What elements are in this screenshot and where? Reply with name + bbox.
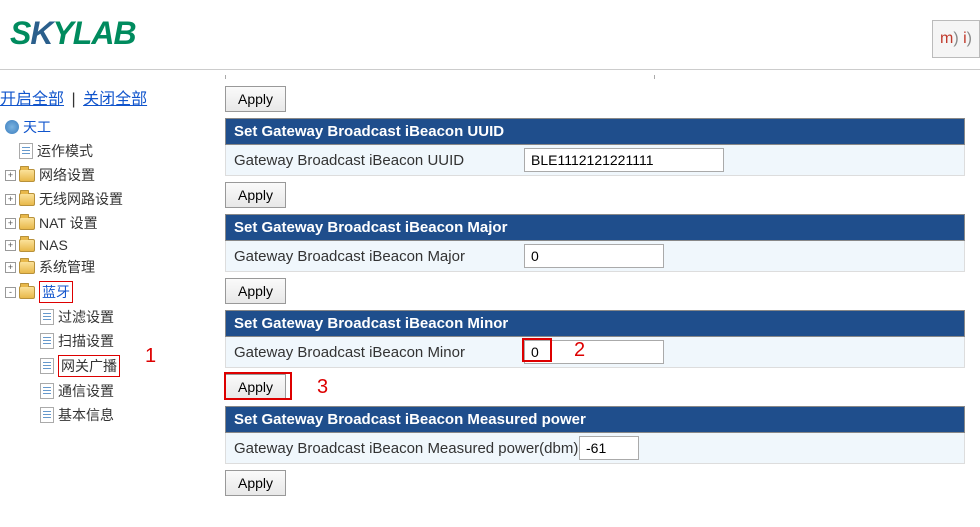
page-icon bbox=[40, 407, 54, 423]
tree-item-label: 运作模式 bbox=[37, 141, 93, 161]
tree-item-network[interactable]: + 网络设置 bbox=[0, 163, 200, 187]
expand-icon[interactable]: + bbox=[5, 170, 16, 181]
globe-icon bbox=[5, 120, 19, 134]
expand-icon[interactable]: + bbox=[5, 262, 16, 273]
major-input[interactable] bbox=[524, 244, 664, 268]
tree-root-label: 天工 bbox=[23, 117, 51, 137]
tree-item-label: 网关广播 bbox=[58, 355, 120, 377]
section-row-uuid: Gateway Broadcast iBeacon UUID bbox=[225, 145, 965, 176]
tree-item-label: 无线网路设置 bbox=[39, 189, 123, 209]
tree-item-comm[interactable]: 通信设置 bbox=[0, 379, 200, 403]
apply-button[interactable]: Apply bbox=[225, 278, 286, 304]
section-row-major: Gateway Broadcast iBeacon Major bbox=[225, 241, 965, 272]
folder-icon bbox=[19, 169, 35, 182]
right-badge: m) i) bbox=[932, 20, 980, 58]
apply-button[interactable]: Apply bbox=[225, 182, 286, 208]
divider bbox=[225, 75, 655, 79]
expand-icon[interactable]: + bbox=[5, 218, 16, 229]
tree-item-system[interactable]: + 系统管理 bbox=[0, 255, 200, 279]
tree-item-label: 过滤设置 bbox=[58, 307, 114, 327]
tree-item-bluetooth[interactable]: - 蓝牙 bbox=[0, 279, 200, 305]
page-icon bbox=[40, 309, 54, 325]
field-label-major: Gateway Broadcast iBeacon Major bbox=[234, 248, 524, 265]
logo: SKYLAB bbox=[10, 15, 136, 52]
header: SKYLAB m) i) bbox=[0, 0, 980, 70]
tree-item-label: NAT 设置 bbox=[39, 213, 98, 233]
tree-item-label: 扫描设置 bbox=[58, 331, 114, 351]
tree-item-label: 系统管理 bbox=[39, 257, 95, 277]
folder-icon bbox=[19, 239, 35, 252]
page-icon bbox=[19, 143, 33, 159]
section-title-minor: Set Gateway Broadcast iBeacon Minor bbox=[225, 310, 965, 337]
field-label-uuid: Gateway Broadcast iBeacon UUID bbox=[234, 152, 524, 169]
tree-item-label: 通信设置 bbox=[58, 381, 114, 401]
annotation-1: 1 bbox=[145, 345, 156, 368]
tree-item-filter[interactable]: 过滤设置 bbox=[0, 305, 200, 329]
folder-icon bbox=[19, 261, 35, 274]
uuid-input[interactable] bbox=[524, 148, 724, 172]
expand-icon[interactable]: + bbox=[5, 194, 16, 205]
right-badge-text: m) i) bbox=[940, 30, 972, 48]
tree-item-nat[interactable]: + NAT 设置 bbox=[0, 211, 200, 235]
tree-item-label: NAS bbox=[39, 237, 68, 253]
annotation-2: 2 bbox=[574, 339, 585, 362]
collapse-icon[interactable]: - bbox=[5, 287, 16, 298]
separator: | bbox=[71, 91, 75, 108]
field-label-minor: Gateway Broadcast iBeacon Minor bbox=[234, 344, 524, 361]
section-row-power: Gateway Broadcast iBeacon Measured power… bbox=[225, 433, 965, 464]
folder-icon bbox=[19, 217, 35, 230]
page-icon bbox=[40, 383, 54, 399]
tree-item-operation-mode[interactable]: 运作模式 bbox=[0, 139, 200, 163]
tree-item-scan[interactable]: 扫描设置 bbox=[0, 329, 200, 353]
apply-button[interactable]: Apply bbox=[225, 470, 286, 496]
apply-button[interactable]: Apply bbox=[225, 86, 286, 112]
section-title-uuid: Set Gateway Broadcast iBeacon UUID bbox=[225, 118, 965, 145]
apply-button[interactable]: Apply bbox=[225, 374, 286, 400]
expand-icon[interactable]: + bbox=[5, 240, 16, 251]
tree-root[interactable]: 天工 bbox=[0, 115, 200, 139]
section-title-power: Set Gateway Broadcast iBeacon Measured p… bbox=[225, 406, 965, 433]
top-links: 开启全部 | 关闭全部 bbox=[0, 85, 147, 109]
tree-item-wireless[interactable]: + 无线网路设置 bbox=[0, 187, 200, 211]
sidebar-tree: 天工 运作模式 + 网络设置 + 无线网路设置 + NAT 设置 + NAS +… bbox=[0, 115, 200, 427]
field-label-power: Gateway Broadcast iBeacon Measured power… bbox=[234, 440, 579, 457]
tree-item-label: 蓝牙 bbox=[39, 281, 73, 303]
annotation-3: 3 bbox=[317, 376, 328, 399]
page-icon bbox=[40, 358, 54, 374]
page-icon bbox=[40, 333, 54, 349]
main-content: Apply Set Gateway Broadcast iBeacon UUID… bbox=[225, 80, 965, 502]
tree-item-label: 基本信息 bbox=[58, 405, 114, 425]
tree-item-gateway-broadcast[interactable]: 网关广播 bbox=[0, 353, 200, 379]
folder-icon bbox=[19, 286, 35, 299]
power-input[interactable] bbox=[579, 436, 639, 460]
section-row-minor: Gateway Broadcast iBeacon Minor 2 bbox=[225, 337, 965, 368]
tree-item-nas[interactable]: + NAS bbox=[0, 235, 200, 255]
minor-input[interactable] bbox=[524, 340, 664, 364]
open-all-link[interactable]: 开启全部 bbox=[0, 91, 64, 108]
tree-item-label: 网络设置 bbox=[39, 165, 95, 185]
folder-icon bbox=[19, 193, 35, 206]
section-title-major: Set Gateway Broadcast iBeacon Major bbox=[225, 214, 965, 241]
close-all-link[interactable]: 关闭全部 bbox=[83, 91, 147, 108]
tree-item-basic-info[interactable]: 基本信息 bbox=[0, 403, 200, 427]
